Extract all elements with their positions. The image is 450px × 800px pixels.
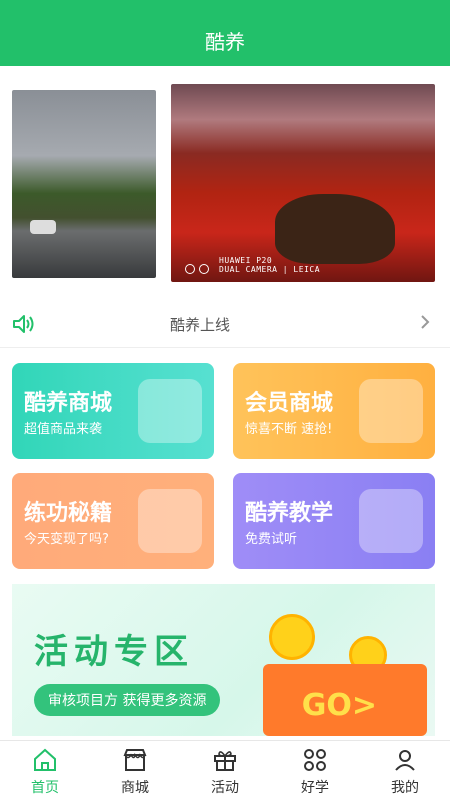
bottom-tab-bar: 首页 商城 活动 好学 我的	[0, 740, 450, 800]
card-mall[interactable]: 酷养商城 超值商品来袭	[12, 363, 214, 459]
go-button[interactable]: GO>	[302, 688, 377, 723]
card-title: 练功秘籍	[24, 501, 113, 526]
banner-caption: HUAWEI P20 DUAL CAMERA | LEICA	[219, 256, 321, 274]
page-title: 酷养	[205, 29, 245, 54]
card-subtitle: 惊喜不断 速抢!	[245, 422, 333, 437]
tab-label: 首页	[31, 780, 59, 796]
tab-label: 商城	[121, 780, 149, 796]
coupon-icon	[359, 379, 423, 443]
tab-home[interactable]: 首页	[0, 747, 90, 797]
app-header: 酷养	[0, 14, 450, 66]
promo-title: 活动专区	[34, 632, 194, 672]
banner-image-performance[interactable]: HUAWEI P20 DUAL CAMERA | LEICA	[171, 84, 435, 282]
money-bag-icon	[138, 489, 202, 553]
card-subtitle: 超值商品来袭	[24, 422, 103, 437]
home-icon	[32, 747, 58, 773]
classroom-icon	[359, 489, 423, 553]
card-title: 酷养教学	[245, 501, 334, 526]
promo-pill: 审核项目方 获得更多资源	[34, 684, 221, 716]
tab-label: 活动	[211, 780, 239, 796]
shop-icon	[138, 379, 202, 443]
grid-icon	[302, 747, 328, 773]
chevron-right-icon	[420, 314, 430, 330]
tab-mall[interactable]: 商城	[90, 747, 180, 797]
promo-banner[interactable]: 活动专区 审核项目方 获得更多资源 GO>	[12, 584, 435, 736]
card-title: 酷养商城	[24, 391, 113, 416]
status-bar	[0, 0, 450, 14]
car-shape	[30, 220, 56, 234]
banner-image-road[interactable]	[12, 90, 156, 278]
coin-icon	[269, 614, 315, 660]
tab-label: 好学	[301, 780, 329, 796]
announcement-bar[interactable]: 酷养上线	[0, 302, 450, 348]
gift-icon	[212, 747, 238, 773]
card-member-mall[interactable]: 会员商城 惊喜不断 速抢!	[233, 363, 435, 459]
tab-learn[interactable]: 好学	[270, 747, 360, 797]
tab-profile[interactable]: 我的	[360, 747, 450, 797]
user-icon	[392, 747, 418, 773]
card-training[interactable]: 练功秘籍 今天变现了吗?	[12, 473, 214, 569]
card-teaching[interactable]: 酷养教学 免费试听	[233, 473, 435, 569]
card-subtitle: 免费试听	[245, 532, 298, 547]
store-icon	[122, 747, 148, 773]
horse-shape	[275, 194, 395, 264]
tab-activity[interactable]: 活动	[180, 747, 270, 797]
tab-label: 我的	[391, 780, 419, 796]
banner-carousel[interactable]: HUAWEI P20 DUAL CAMERA | LEICA	[0, 84, 450, 284]
card-subtitle: 今天变现了吗?	[24, 532, 109, 547]
card-title: 会员商城	[245, 391, 334, 416]
camera-logo-icon	[185, 264, 209, 274]
announcement-text: 酷养上线	[169, 316, 230, 334]
